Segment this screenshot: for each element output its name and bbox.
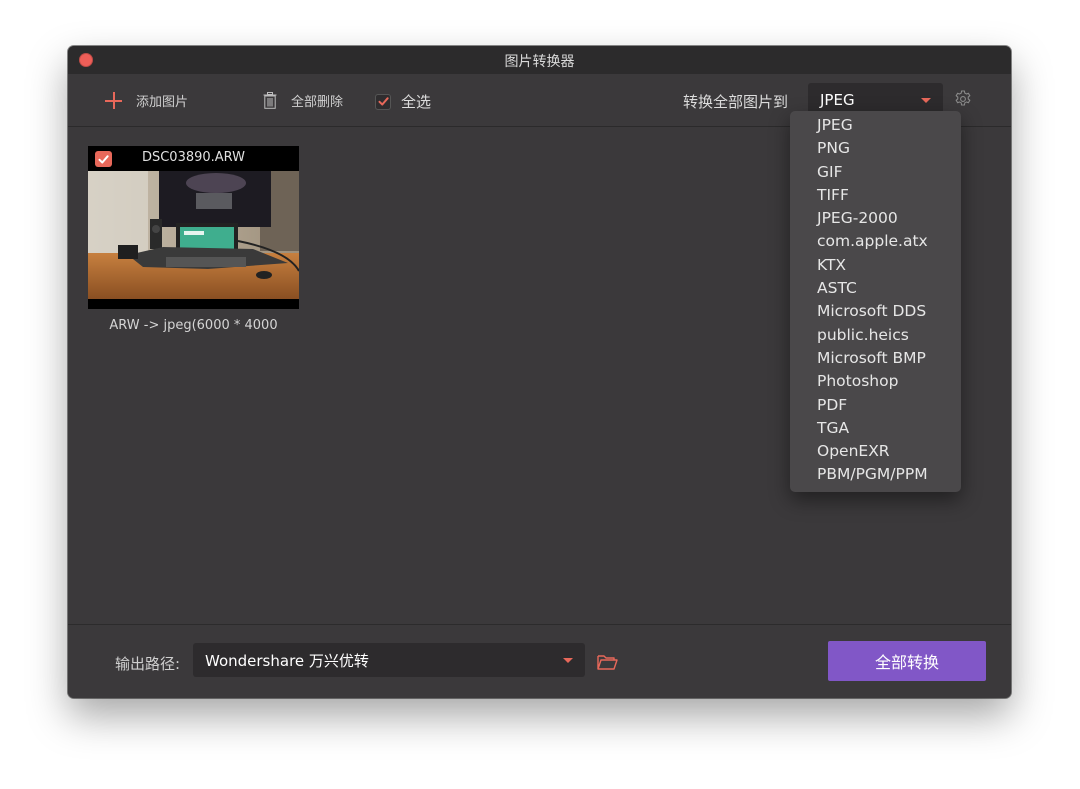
format-option[interactable]: ASTC [790, 277, 961, 300]
format-option[interactable]: PDF [790, 394, 961, 417]
select-all-checkbox[interactable] [375, 93, 391, 110]
output-path-label: 输出路径: [115, 655, 181, 673]
format-option[interactable]: JPEG-2000 [790, 207, 961, 230]
gear-icon[interactable] [954, 90, 972, 108]
image-conversion-caption: ARW -> jpeg(6000 * 4000 [109, 318, 278, 333]
format-option[interactable]: GIF [790, 161, 961, 184]
thumbnail-header: DSC03890.ARW [88, 146, 299, 170]
select-all-label: 全选 [401, 93, 432, 111]
checkmark-icon [378, 97, 389, 106]
format-option[interactable]: Microsoft DDS [790, 300, 961, 323]
photo-preview [88, 171, 299, 299]
add-image-label: 添加图片 [136, 95, 189, 110]
format-option[interactable]: public.heics [790, 324, 961, 347]
format-option[interactable]: OpenEXR [790, 440, 961, 463]
format-option[interactable]: TGA [790, 417, 961, 440]
select-all-toggle[interactable]: 全选 [375, 91, 431, 112]
image-filename: DSC03890.ARW [141, 150, 246, 165]
output-path-value: Wondershare 万兴优转 [205, 651, 369, 670]
convert-all-to-label: 转换全部图片到 [683, 93, 789, 111]
image-thumbnail[interactable]: DSC03890.ARW [88, 146, 299, 309]
image-card[interactable]: DSC03890.ARW ARW -> jpeg(6000 * 4000 [88, 146, 299, 333]
footer-bar: 输出路径: Wondershare 万兴优转 全部转换 [68, 624, 1011, 698]
plus-icon [105, 92, 122, 109]
window-title: 图片转换器 [504, 54, 575, 70]
format-option[interactable]: Photoshop [790, 370, 961, 393]
convert-all-button[interactable]: 全部转换 [828, 641, 986, 681]
format-option[interactable]: Microsoft BMP [790, 347, 961, 370]
format-option[interactable]: PBM/PGM/PPM [790, 463, 961, 486]
format-option[interactable]: PNG [790, 137, 961, 160]
add-image-button[interactable]: 添加图片 [105, 91, 188, 110]
format-option[interactable]: JPEG [790, 114, 961, 137]
delete-all-button[interactable]: 全部删除 [263, 91, 343, 110]
chevron-down-icon [921, 98, 931, 103]
format-option[interactable]: KTX [790, 254, 961, 277]
title-bar: 图片转换器 [68, 46, 1011, 74]
output-format-value: JPEG [820, 91, 855, 109]
output-path-select[interactable]: Wondershare 万兴优转 [193, 643, 585, 677]
folder-open-icon[interactable] [597, 654, 618, 670]
format-option[interactable]: com.apple.atx [790, 230, 961, 253]
trash-icon [263, 92, 277, 109]
chevron-down-icon [563, 658, 573, 663]
format-option[interactable]: TIFF [790, 184, 961, 207]
delete-all-label: 全部删除 [291, 95, 344, 110]
format-dropdown-menu: JPEG PNG GIF TIFF JPEG-2000 com.apple.atx KTX A… [790, 111, 961, 492]
